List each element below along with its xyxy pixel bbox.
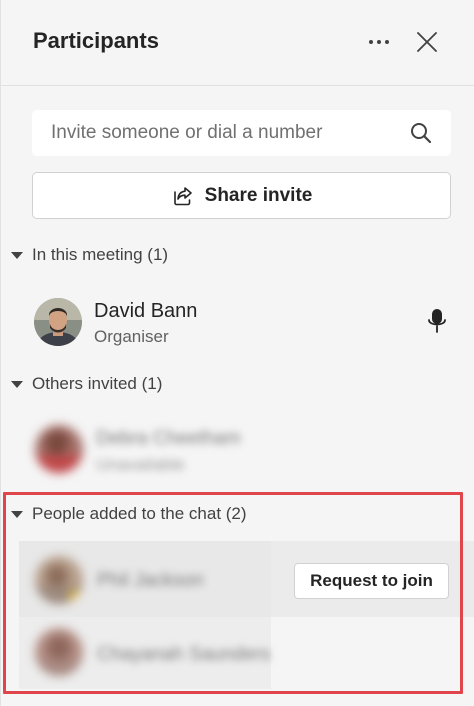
avatar-photo <box>35 425 83 473</box>
section-in-meeting-label: In this meeting (1) <box>32 245 169 264</box>
avatar-chat-2[interactable] <box>35 628 83 676</box>
caret-down-icon <box>11 381 23 388</box>
share-invite-label: Share invite <box>204 184 313 206</box>
caret-down-icon <box>11 252 23 259</box>
more-horizontal-icon <box>369 40 389 44</box>
section-others-invited-label: Others invited (1) <box>32 374 163 393</box>
avatar-david-bann[interactable] <box>34 298 82 346</box>
section-people-added-label: People added to the chat (2) <box>32 504 247 523</box>
search-icon[interactable] <box>409 121 433 145</box>
caret-down-icon <box>11 511 23 518</box>
section-people-added-toggle[interactable]: People added to the chat (2) <box>11 504 247 524</box>
avatar-photo <box>35 556 83 604</box>
participant-name: Debra Cheetham <box>96 428 241 449</box>
participant-name: Phil Jackson <box>97 570 204 591</box>
participant-name: David Bann <box>94 300 198 322</box>
section-others-invited-toggle[interactable]: Others invited (1) <box>11 374 162 394</box>
participant-role: Organiser <box>94 327 169 346</box>
participants-panel: Participants Share invite <box>0 0 474 706</box>
microphone-icon[interactable] <box>425 307 449 335</box>
avatar-invited[interactable] <box>35 425 83 473</box>
request-to-join-button[interactable]: Request to join <box>294 563 449 599</box>
close-button[interactable] <box>411 26 443 58</box>
close-icon <box>417 32 437 52</box>
search-box <box>32 110 451 156</box>
invite-search-input[interactable] <box>32 110 392 156</box>
avatar-chat-1[interactable] <box>35 556 83 604</box>
panel-title: Participants <box>33 28 159 53</box>
participant-name: Chayanah Saunders <box>97 644 271 665</box>
participant-role: Unavailable <box>96 455 185 474</box>
more-options-button[interactable] <box>363 26 395 58</box>
avatar-photo <box>35 628 83 676</box>
share-invite-button[interactable]: Share invite <box>32 172 451 219</box>
share-icon <box>173 186 192 205</box>
section-in-meeting-toggle[interactable]: In this meeting (1) <box>11 245 168 265</box>
avatar-photo <box>34 298 82 346</box>
panel-header: Participants <box>1 0 474 86</box>
